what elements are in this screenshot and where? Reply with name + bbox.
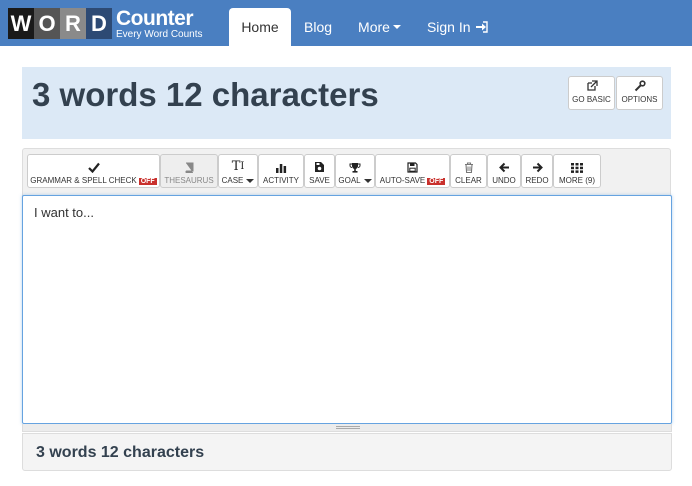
save-label: SAVE (309, 176, 330, 185)
top-navbar: W O R D Counter Every Word Counts Home B… (0, 0, 692, 46)
case-dropdown-button[interactable]: TI CASE (218, 154, 258, 188)
activity-button[interactable]: ACTIVITY (258, 154, 304, 188)
text-editor-area[interactable]: I want to... (22, 195, 672, 424)
goal-dropdown-button[interactable]: GOAL (335, 154, 375, 188)
auto-save-off-badge: OFF (427, 178, 446, 185)
checkmark-icon (28, 155, 159, 173)
sign-in-icon (475, 21, 488, 33)
case-label: CASE (221, 176, 244, 185)
nav-more-dropdown[interactable]: More (345, 8, 414, 46)
options-button[interactable]: OPTIONS (616, 76, 663, 110)
redo-button[interactable]: REDO (521, 154, 553, 188)
book-icon (161, 155, 217, 173)
save-button[interactable]: SAVE (304, 154, 335, 188)
thesaurus-button[interactable]: THESAURUS (160, 154, 218, 188)
save-file-icon (305, 155, 334, 173)
text-case-icon: TI (231, 159, 245, 174)
redo-label: REDO (525, 176, 549, 185)
editor-resize-handle[interactable] (22, 424, 672, 432)
thesaurus-label: THESAURUS (164, 176, 214, 185)
arrow-right-icon (522, 155, 552, 173)
main-nav: Home Blog More Sign In (229, 8, 501, 46)
grammar-spell-check-button[interactable]: GRAMMAR & SPELL CHECK OFF (27, 154, 160, 188)
more-tools-button[interactable]: MORE (9) (553, 154, 601, 188)
bar-chart-icon (259, 155, 303, 173)
chevron-down-icon (246, 178, 255, 183)
clear-button[interactable]: CLEAR (450, 154, 487, 188)
nav-more-label: More (358, 19, 390, 35)
auto-save-label: AUTO-SAVE (379, 176, 426, 185)
logo-letter-o: O (34, 8, 60, 39)
clear-label: CLEAR (455, 176, 482, 185)
more-tools-label: MORE (9) (559, 176, 595, 185)
nav-sign-in-label: Sign In (426, 19, 471, 35)
arrow-left-icon (488, 155, 520, 173)
grammar-off-badge: OFF (138, 178, 157, 185)
options-label: OPTIONS (621, 95, 658, 104)
activity-label: ACTIVITY (262, 176, 299, 185)
logo-subtitle: Every Word Counts (116, 28, 203, 40)
undo-label: UNDO (492, 176, 516, 185)
goal-label: GOAL (338, 176, 361, 185)
undo-button[interactable]: UNDO (487, 154, 521, 188)
site-logo[interactable]: W O R D Counter Every Word Counts (8, 8, 203, 39)
go-basic-label: GO BASIC (572, 95, 611, 104)
logo-letter-d: D (86, 8, 112, 39)
chevron-down-icon (392, 25, 401, 29)
logo-letter-r: R (60, 8, 86, 39)
grammar-label: GRAMMAR & SPELL CHECK (30, 176, 137, 185)
logo-letter-w: W (8, 8, 34, 39)
stats-footer: 3 words 12 characters (22, 433, 672, 471)
floppy-disk-icon (376, 155, 449, 173)
logo-title: Counter (116, 6, 193, 30)
grid-icon (554, 155, 600, 173)
nav-blog[interactable]: Blog (291, 8, 345, 46)
grip-icon (336, 426, 360, 429)
auto-save-button[interactable]: AUTO-SAVE OFF (375, 154, 450, 188)
logo-text: Counter Every Word Counts (116, 8, 203, 40)
footer-stats-text: 3 words 12 characters (36, 444, 205, 461)
page-title: 3 words 12 characters (32, 76, 379, 113)
nav-home[interactable]: Home (229, 8, 291, 46)
external-link-icon (569, 77, 614, 93)
stats-header-panel: 3 words 12 characters GO BASIC OPTIONS (22, 67, 671, 139)
trash-icon (451, 155, 486, 173)
go-basic-button[interactable]: GO BASIC (568, 76, 615, 110)
nav-sign-in[interactable]: Sign In (414, 8, 501, 46)
trophy-icon (336, 155, 374, 173)
chevron-down-icon (363, 178, 372, 183)
editor-toolbar: GRAMMAR & SPELL CHECK OFF THESAURUS TI CA… (22, 148, 671, 196)
wrench-icon (617, 77, 662, 93)
